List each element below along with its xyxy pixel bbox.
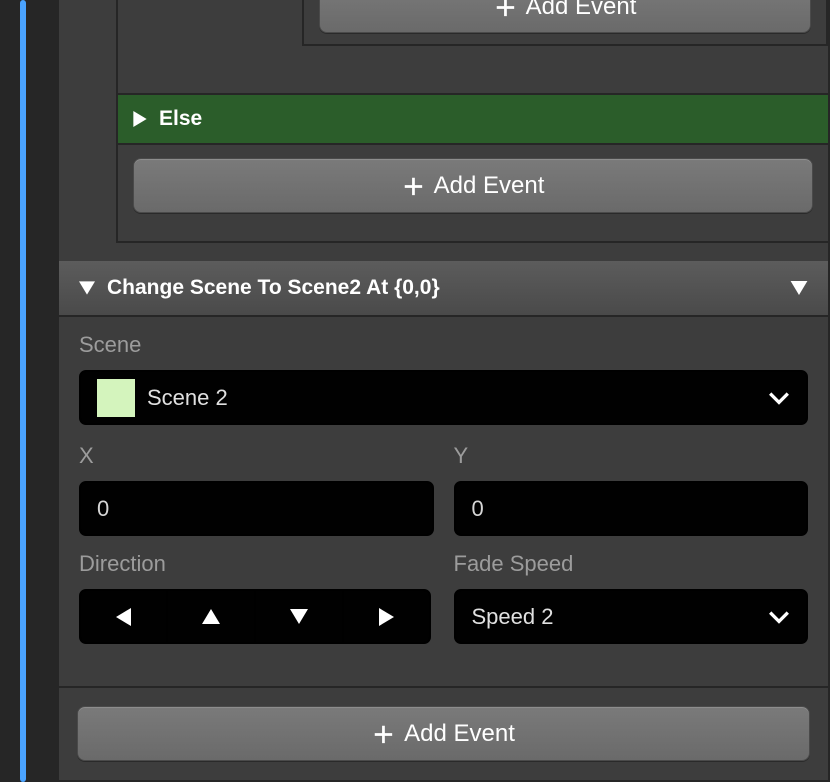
scene-label: Scene — [79, 332, 808, 358]
expand-right-icon — [133, 111, 147, 127]
add-event-button[interactable]: Add Event — [77, 706, 810, 761]
if-true-body: Add Event — [302, 0, 828, 46]
plus-icon — [402, 175, 424, 197]
chevron-down-icon — [768, 391, 790, 405]
direction-down-button[interactable] — [255, 589, 343, 644]
add-event-label: Add Event — [526, 0, 637, 21]
x-value: 0 — [97, 496, 109, 522]
y-input[interactable]: 0 — [454, 481, 809, 536]
direction-label: Direction — [79, 551, 434, 577]
expand-down-icon — [79, 281, 95, 295]
y-value: 0 — [472, 496, 484, 522]
change-scene-title: Change Scene To Scene2 At {0,0} — [107, 276, 440, 300]
x-input[interactable]: 0 — [79, 481, 434, 536]
else-label: Else — [159, 107, 202, 131]
fade-speed-label: Fade Speed — [454, 551, 809, 577]
direction-group — [79, 589, 434, 644]
plus-icon — [372, 723, 394, 745]
else-header[interactable]: Else — [118, 93, 828, 145]
event-block: Add Event Else Add Event Change Scene To… — [57, 0, 830, 782]
direction-up-button[interactable] — [167, 589, 255, 644]
add-event-label: Add Event — [434, 172, 545, 200]
change-scene-body: Scene Scene 2 X 0 Y 0 Direction — [59, 317, 828, 672]
chevron-down-icon — [768, 610, 790, 624]
scene-swatch — [97, 379, 135, 417]
triangle-down-icon — [290, 609, 308, 624]
triangle-left-icon — [116, 608, 131, 626]
scene-value: Scene 2 — [147, 385, 228, 411]
add-event-button[interactable]: Add Event — [133, 158, 813, 213]
block-footer: Add Event — [59, 686, 828, 780]
menu-caret-icon[interactable] — [790, 281, 808, 295]
fade-speed-value: Speed 2 — [472, 604, 554, 630]
direction-left-button[interactable] — [79, 589, 167, 644]
add-event-label: Add Event — [404, 720, 515, 748]
plus-icon — [494, 0, 516, 18]
triangle-right-icon — [379, 608, 394, 626]
change-scene-header[interactable]: Change Scene To Scene2 At {0,0} — [59, 261, 828, 317]
add-event-button[interactable]: Add Event — [319, 0, 811, 33]
x-label: X — [79, 443, 434, 469]
thread-rail-blue — [20, 0, 26, 782]
scene-select[interactable]: Scene 2 — [79, 370, 808, 425]
else-body: Add Event — [118, 145, 828, 241]
fade-speed-select[interactable]: Speed 2 — [454, 589, 809, 644]
direction-right-button[interactable] — [343, 589, 431, 644]
if-else-block: Add Event Else Add Event — [116, 0, 828, 243]
y-label: Y — [454, 443, 809, 469]
triangle-up-icon — [202, 609, 220, 624]
